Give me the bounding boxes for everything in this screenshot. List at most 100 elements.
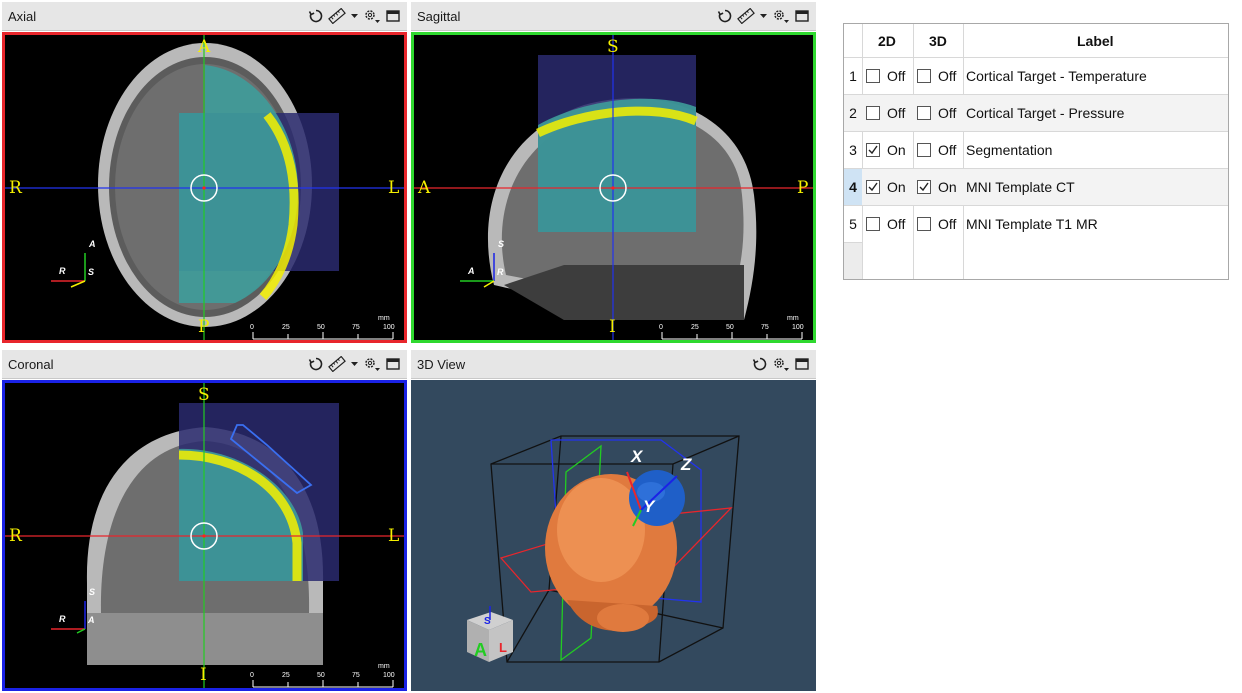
chevron-down-icon[interactable] (759, 8, 768, 24)
row-number[interactable]: 2 (844, 95, 862, 132)
axial-slice-image: A R S (5, 35, 404, 340)
axial-slice-canvas[interactable]: A R S A P R L mm 0 25 50 75 100 (2, 32, 407, 343)
threed-view: 3D View X Z Y A L S (411, 350, 816, 691)
scale-tick: 0 (659, 324, 663, 331)
cube-top-label: S (484, 616, 491, 627)
visibility-3d-checkbox[interactable] (917, 69, 931, 83)
scale-unit: mm (378, 663, 390, 670)
reset-view-icon[interactable] (308, 8, 324, 24)
maximize-icon[interactable] (794, 8, 810, 24)
reset-view-icon[interactable] (752, 356, 768, 372)
row-number[interactable]: 5 (844, 206, 862, 243)
segment-label[interactable]: Cortical Target - Temperature (966, 68, 1147, 84)
axial-label-top: A (198, 37, 211, 57)
gear-icon[interactable] (772, 356, 790, 372)
row-number[interactable]: 4 (844, 169, 862, 206)
header-label[interactable]: Label (1077, 33, 1114, 49)
gizmo-z-label: Z (680, 455, 692, 474)
gear-icon[interactable] (772, 8, 790, 24)
visibility-3d-text: Off (938, 105, 957, 121)
scale-tick: 75 (352, 324, 360, 331)
table-row[interactable]: 1 Off Off Cortical Target - Temperature (844, 57, 1228, 95)
scale-tick: 0 (250, 672, 254, 679)
header-3d[interactable]: 3D (929, 33, 947, 49)
reset-view-icon[interactable] (308, 356, 324, 372)
reset-view-icon[interactable] (717, 8, 733, 24)
visibility-2d-checkbox[interactable] (866, 217, 880, 231)
coronal-view-toolbar (308, 355, 401, 373)
maximize-icon[interactable] (794, 356, 810, 372)
sagittal-slice-image: S A R (414, 35, 813, 340)
table-empty-area (844, 242, 862, 279)
chevron-down-icon[interactable] (350, 8, 359, 24)
visibility-2d-text: Off (887, 105, 906, 121)
sagittal-label-left: A (418, 178, 431, 198)
table-row-selected[interactable]: 4 On On MNI Template CT (844, 168, 1228, 206)
visibility-3d-checkbox[interactable] (917, 180, 931, 194)
scale-tick: 25 (691, 324, 699, 331)
sagittal-view-toolbar (717, 7, 810, 25)
sagittal-label-bottom: I (609, 317, 616, 337)
checkmark-icon (868, 182, 878, 192)
svg-text:R: R (59, 614, 66, 624)
sagittal-label-right: P (797, 178, 809, 198)
gear-icon[interactable] (363, 356, 381, 372)
ruler-icon[interactable] (737, 8, 755, 24)
threed-render-canvas[interactable]: X Z Y A L S (411, 380, 816, 691)
orientation-cube[interactable]: A L S (467, 606, 513, 662)
visibility-2d-checkbox[interactable] (866, 143, 880, 157)
svg-text:R: R (59, 266, 66, 276)
checkmark-icon (868, 145, 878, 155)
segment-label[interactable]: Segmentation (966, 142, 1052, 158)
visibility-3d-text: Off (938, 216, 957, 232)
table-row[interactable]: 2 Off Off Cortical Target - Pressure (844, 94, 1228, 132)
segments-table: 2D 3D Label 1 Off Off Cortical Target - … (843, 23, 1229, 280)
table-row[interactable]: 3 On Off Segmentation (844, 131, 1228, 169)
axial-view-toolbar (308, 7, 401, 25)
svg-text:R: R (497, 267, 504, 277)
coronal-slice-canvas[interactable]: S R A S I R L mm 0 25 50 75 100 (2, 380, 407, 691)
visibility-2d-text: On (887, 179, 906, 195)
visibility-2d-checkbox[interactable] (866, 69, 880, 83)
scale-tick: 100 (792, 324, 804, 331)
sagittal-slice-canvas[interactable]: S A R S I A P mm 0 25 50 75 100 (411, 32, 816, 343)
cube-side-label: L (499, 640, 507, 655)
visibility-3d-text: Off (938, 142, 957, 158)
visibility-3d-checkbox[interactable] (917, 143, 931, 157)
segment-label[interactable]: Cortical Target - Pressure (966, 105, 1124, 121)
row-number[interactable]: 3 (844, 132, 862, 169)
orientation-marker: A R S (51, 239, 96, 288)
visibility-3d-text: Off (938, 68, 957, 84)
ruler-icon[interactable] (328, 356, 346, 372)
visibility-3d-checkbox[interactable] (917, 217, 931, 231)
coronal-label-top: S (198, 385, 210, 405)
gear-icon[interactable] (363, 8, 381, 24)
segment-label[interactable]: MNI Template CT (966, 179, 1075, 195)
visibility-2d-checkbox[interactable] (866, 106, 880, 120)
sagittal-view-title: Sagittal (417, 9, 461, 24)
maximize-icon[interactable] (385, 356, 401, 372)
sagittal-label-top: S (607, 37, 619, 57)
axial-label-left: R (9, 178, 22, 198)
coronal-label-right: L (388, 526, 400, 546)
visibility-2d-checkbox[interactable] (866, 180, 880, 194)
maximize-icon[interactable] (385, 8, 401, 24)
header-2d[interactable]: 2D (878, 33, 896, 49)
row-number[interactable]: 1 (844, 58, 862, 95)
visibility-3d-checkbox[interactable] (917, 106, 931, 120)
ruler-icon[interactable] (328, 8, 346, 24)
axial-view-header: Axial (2, 2, 407, 31)
scale-unit: mm (787, 315, 799, 322)
axial-view: Axial A R S A P R L mm 0 25 50 75 100 (2, 2, 407, 343)
scale-tick: 50 (726, 324, 734, 331)
table-row[interactable]: 5 Off Off MNI Template T1 MR (844, 205, 1228, 243)
chevron-down-icon[interactable] (350, 356, 359, 372)
cube-front-label: A (474, 640, 487, 660)
coronal-view-title: Coronal (8, 357, 54, 372)
segment-label[interactable]: MNI Template T1 MR (966, 216, 1098, 232)
coronal-view-header: Coronal (2, 350, 407, 379)
svg-text:A: A (467, 266, 475, 276)
scale-tick: 100 (383, 672, 395, 679)
threed-render-image: X Z Y A L S (467, 435, 740, 663)
scale-tick: 25 (282, 324, 290, 331)
